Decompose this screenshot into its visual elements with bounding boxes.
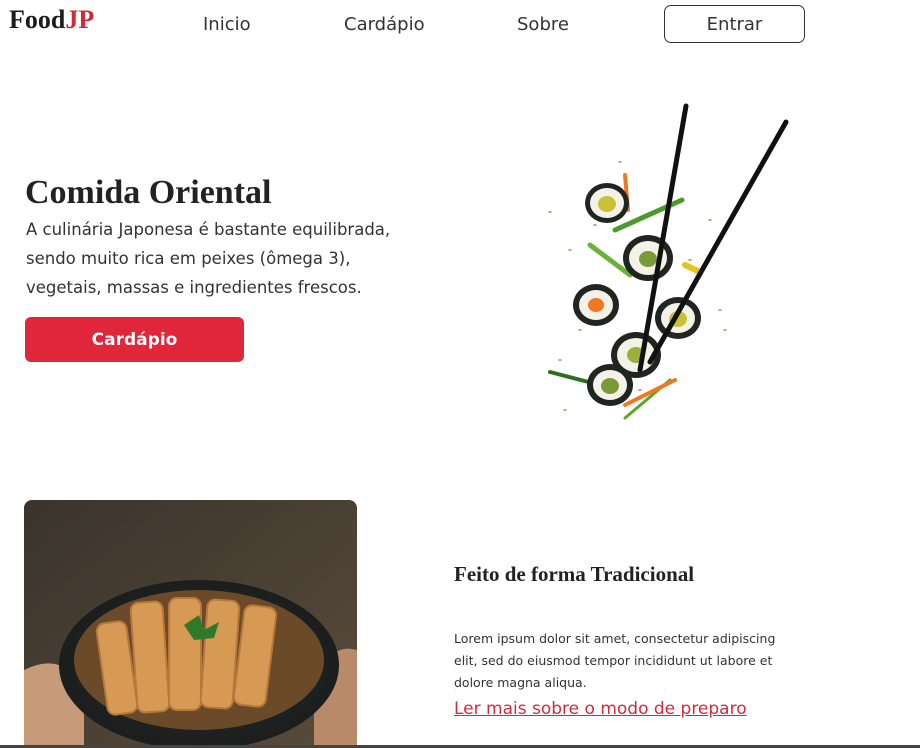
login-button[interactable]: Entrar: [664, 5, 805, 43]
feature-text: Lorem ipsum dolor sit amet, consectetur …: [454, 631, 776, 690]
nav-link-inicio[interactable]: Inicio: [203, 14, 251, 35]
menu-button[interactable]: Cardápio: [25, 317, 244, 362]
logo-accent: JP: [65, 5, 95, 34]
logo-text: Food: [9, 5, 66, 34]
sushi-roll: [573, 284, 619, 326]
nav-link-cardapio[interactable]: Cardápio: [344, 14, 425, 35]
hero-description: A culinária Japonesa é bastante equilibr…: [26, 220, 391, 297]
read-more-link[interactable]: Ler mais sobre o modo de preparo: [454, 699, 747, 719]
katsu-bowl-image: [24, 500, 357, 748]
chopstick: [647, 119, 789, 365]
sushi-roll: [585, 183, 629, 223]
hero-title: Comida Oriental: [25, 174, 272, 211]
sushi-roll: [655, 297, 701, 339]
logo[interactable]: FoodJP: [9, 5, 94, 35]
nav-link-sobre[interactable]: Sobre: [517, 14, 569, 35]
feature-title: Feito de forma Tradicional: [454, 562, 695, 586]
sushi-roll: [623, 235, 673, 281]
sushi-chopsticks-image: [548, 103, 789, 420]
sushi-roll: [587, 364, 633, 406]
